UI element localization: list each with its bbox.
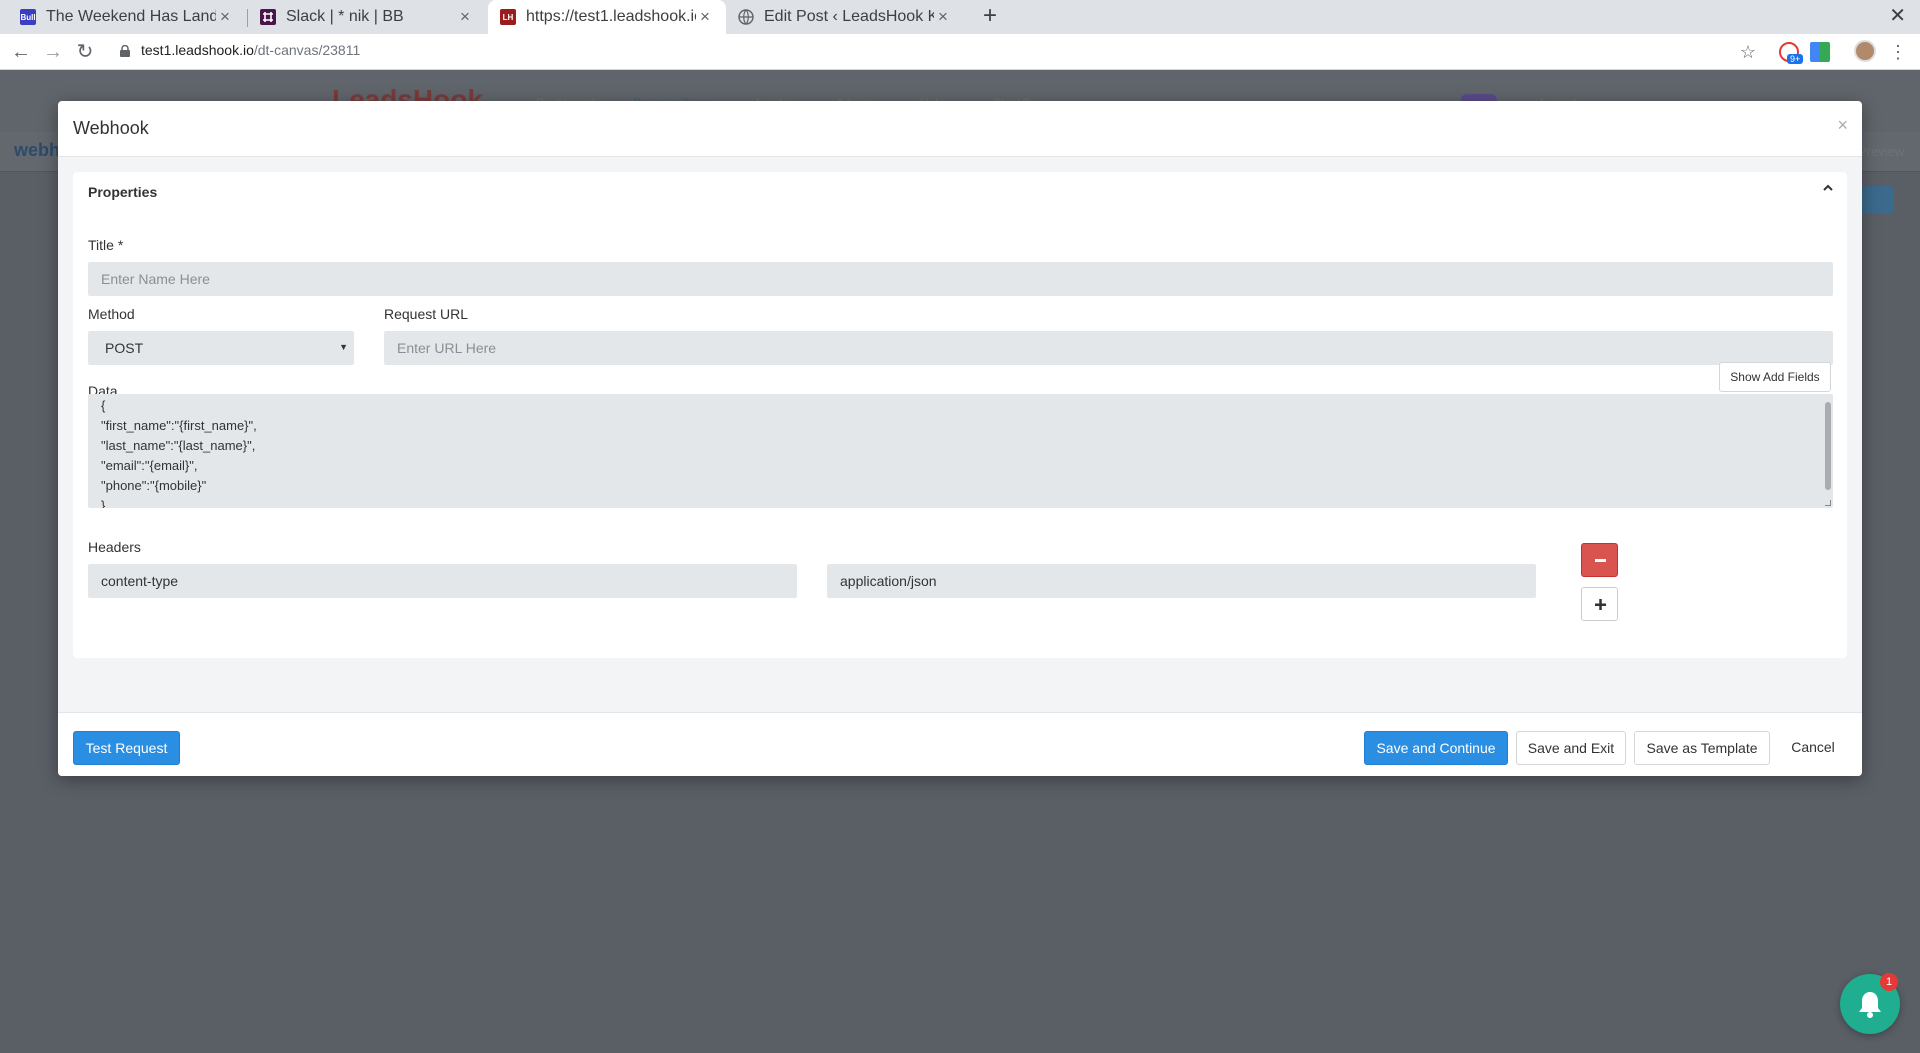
show-add-fields-button[interactable]: Show Add Fields: [1719, 362, 1831, 392]
method-select[interactable]: POST ▼: [88, 331, 354, 365]
browser-tab-3[interactable]: LH https://test1.leadshook.io/ ×: [488, 0, 726, 34]
title-input[interactable]: Enter Name Here: [88, 262, 1833, 296]
code-line: "phone":"{mobile}": [101, 478, 207, 493]
tab-title: https://test1.leadshook.io/: [526, 8, 696, 25]
close-icon[interactable]: ×: [1837, 115, 1848, 136]
close-icon[interactable]: ×: [934, 7, 952, 27]
browser-tab-bar: Bull The Weekend Has Landed × Slack | * …: [0, 0, 1920, 34]
panel-header[interactable]: Properties: [73, 172, 1847, 212]
method-value: POST: [105, 340, 144, 356]
tab-title: The Weekend Has Landed: [46, 8, 216, 25]
save-and-exit-button[interactable]: Save and Exit: [1516, 731, 1626, 765]
address-bar: ← → ↻ test1.leadshook.io/dt-canvas/23811…: [0, 34, 1920, 70]
window-close-icon[interactable]: ✕: [1889, 3, 1906, 28]
slack-icon: [260, 9, 276, 25]
code-line: }: [101, 498, 106, 508]
add-header-button[interactable]: [1581, 587, 1618, 621]
test-request-button[interactable]: Test Request: [73, 731, 180, 765]
forward-icon[interactable]: →: [40, 39, 66, 65]
chevron-up-icon[interactable]: [1823, 183, 1833, 193]
reload-icon[interactable]: ↻: [72, 39, 98, 65]
remove-header-button[interactable]: [1581, 543, 1618, 577]
modal-title: Webhook: [73, 118, 149, 138]
url-path: /dt-canvas/23811: [253, 42, 361, 58]
minus-icon: [1595, 559, 1606, 562]
leadshook-icon: LH: [500, 9, 516, 25]
tab-title: Slack | * nik | BB: [286, 8, 404, 25]
browser-tab-1[interactable]: Bull The Weekend Has Landed ×: [8, 0, 246, 34]
background-dropdown-button: [1862, 186, 1894, 214]
code-line: "email":"{email}",: [101, 458, 198, 473]
notification-badge: 1: [1880, 973, 1898, 991]
close-icon[interactable]: ×: [456, 7, 474, 27]
header-key-input[interactable]: content-type: [88, 564, 797, 598]
data-textarea[interactable]: { "first_name":"{first_name}", "last_nam…: [88, 394, 1833, 508]
resize-handle[interactable]: [1825, 500, 1831, 506]
extension-badge: 9+: [1787, 54, 1804, 64]
headers-label: Headers: [88, 539, 141, 555]
request-url-label: Request URL: [384, 306, 469, 322]
url-host: test1.leadshook.io: [141, 42, 254, 58]
globe-icon: [738, 9, 754, 25]
menu-icon[interactable]: ⋮: [1885, 39, 1911, 65]
lock-icon: [120, 45, 130, 57]
url-field[interactable]: test1.leadshook.io/dt-canvas/23811: [141, 42, 360, 58]
browser-tab-2[interactable]: Slack | * nik | BB ×: [248, 0, 486, 34]
modal-header: Webhook ×: [58, 101, 1862, 157]
code-line: "last_name":"{last_name}",: [101, 438, 256, 453]
close-icon[interactable]: ×: [696, 7, 714, 27]
back-icon[interactable]: ←: [8, 39, 34, 65]
modal-body: Properties Title * Enter Name Here Metho…: [58, 157, 1862, 712]
header-value-input[interactable]: application/json: [827, 564, 1536, 598]
title-label: Title *: [88, 237, 124, 253]
bulletin-icon: Bull: [20, 9, 36, 25]
save-as-template-button[interactable]: Save as Template: [1634, 731, 1770, 765]
plus-icon: [1595, 599, 1606, 610]
preview-link: Preview: [1858, 144, 1905, 159]
close-icon[interactable]: ×: [216, 7, 234, 27]
cancel-button[interactable]: Cancel: [1780, 731, 1846, 765]
method-label: Method: [88, 306, 135, 322]
properties-panel: Properties Title * Enter Name Here Metho…: [73, 172, 1847, 658]
request-url-input[interactable]: Enter URL Here: [384, 331, 1833, 365]
browser-tab-4[interactable]: Edit Post ‹ LeadsHook Kno ×: [726, 0, 964, 34]
tab-title: Edit Post ‹ LeadsHook Kno: [764, 8, 934, 25]
panel-title: Properties: [88, 184, 158, 200]
webhook-modal: Webhook × Properties Title * Enter Name …: [58, 101, 1862, 776]
code-line: "first_name":"{first_name}",: [101, 418, 257, 433]
new-tab-button[interactable]: +: [976, 2, 1004, 30]
avatar[interactable]: [1854, 40, 1876, 62]
caret-down-icon: ▼: [339, 342, 348, 352]
modal-footer: Test Request Save and Continue Save and …: [58, 712, 1862, 776]
page-title: webh: [14, 140, 61, 160]
save-and-continue-button[interactable]: Save and Continue: [1364, 731, 1508, 765]
code-line: {: [101, 398, 106, 413]
scrollbar[interactable]: [1825, 402, 1831, 490]
extension-icon[interactable]: [1810, 42, 1830, 62]
star-icon[interactable]: ☆: [1735, 39, 1761, 65]
